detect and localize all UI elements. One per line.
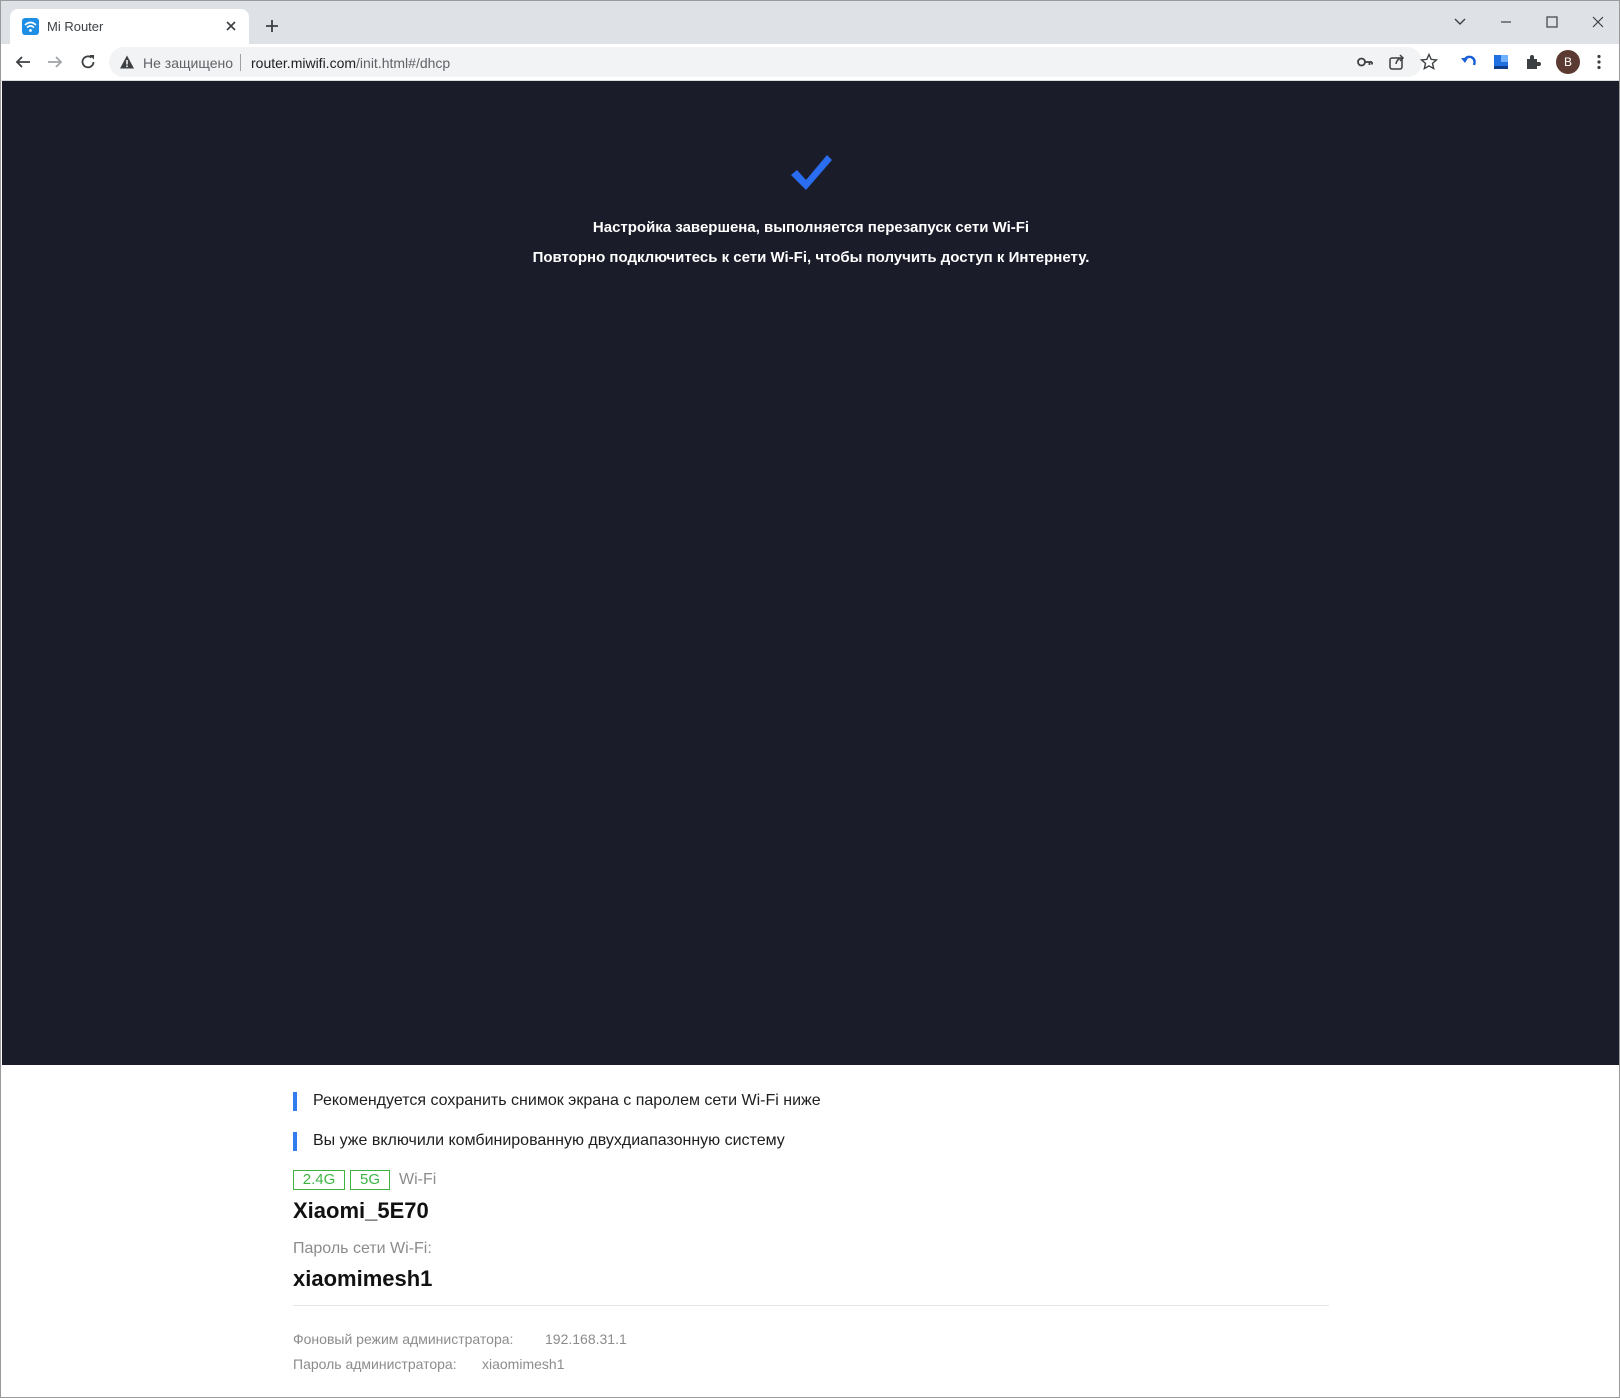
status-title: Настройка завершена, выполняется перезап… <box>592 219 1030 236</box>
bookmark-manager-extension-icon[interactable] <box>1489 50 1513 74</box>
checkmark-icon <box>789 153 833 198</box>
share-icon[interactable] <box>1388 53 1406 71</box>
url-path: /init.html#/dhcp <box>356 55 451 71</box>
wifi-password-value: xiaomimesh1 <box>293 1266 433 1291</box>
new-tab-plus-icon[interactable] <box>262 16 282 36</box>
wifi-password-label: Пароль сети Wi-Fi: <box>293 1240 432 1257</box>
status-subtitle: Повторно подключитесь к сети Wi-Fi, чтоб… <box>532 249 1090 266</box>
admin-password-value: xiaomimesh1 <box>482 1356 565 1372</box>
admin-password-label: Пароль администратора: <box>293 1356 457 1372</box>
browser-toolbar: Не защищено router.miwifi.com/init.html#… <box>1 44 1619 81</box>
omnibox-divider <box>240 54 241 71</box>
reload-icon[interactable] <box>76 50 100 74</box>
wifi-favicon-icon <box>22 18 39 35</box>
wifi-label: Wi-Fi <box>399 1171 437 1188</box>
tab-search-chevron-down-icon[interactable] <box>1445 7 1475 37</box>
section-divider <box>293 1305 1329 1306</box>
undo-extension-icon[interactable] <box>1457 50 1481 74</box>
bookmark-star-icon[interactable] <box>1419 52 1439 71</box>
dual-band-note: Вы уже включили комбинированную двухдиап… <box>293 1131 785 1151</box>
forward-arrow-icon[interactable] <box>43 50 67 74</box>
band-badge-5g: 5G <box>350 1170 390 1190</box>
tab-mi-router[interactable]: Mi Router <box>10 9 249 44</box>
maximize-icon[interactable] <box>1537 7 1567 37</box>
security-status-label[interactable]: Не защищено <box>143 55 233 71</box>
close-tab-icon[interactable] <box>222 17 240 35</box>
wifi-ssid: Xiaomi_5E70 <box>293 1198 429 1223</box>
band-badge-2g: 2.4G <box>293 1170 345 1190</box>
setup-complete-banner: Настройка завершена, выполняется перезап… <box>2 81 1619 1065</box>
url-host: router.miwifi.com <box>251 55 357 71</box>
screenshot-note: Рекомендуется сохранить снимок экрана с … <box>293 1091 821 1111</box>
address-bar[interactable]: Не защищено router.miwifi.com/init.html#… <box>109 47 1439 77</box>
extensions-puzzle-icon[interactable] <box>1521 50 1545 74</box>
kebab-menu-icon[interactable] <box>1587 50 1611 74</box>
back-arrow-icon[interactable] <box>11 50 35 74</box>
browser-window: Mi Router Не защищено router.miwifi.com/… <box>0 0 1620 1398</box>
admin-backend-value: 192.168.31.1 <box>545 1331 627 1347</box>
tab-title: Mi Router <box>47 19 104 34</box>
close-window-icon[interactable] <box>1583 7 1613 37</box>
tab-strip: Mi Router <box>1 1 1619 44</box>
warning-triangle-icon[interactable] <box>119 54 135 70</box>
minimize-icon[interactable] <box>1491 7 1521 37</box>
profile-avatar[interactable]: B <box>1556 50 1580 74</box>
url-text[interactable]: router.miwifi.com/init.html#/dhcp <box>251 55 450 71</box>
admin-backend-label: Фоновый режим администратора: <box>293 1331 514 1347</box>
key-icon[interactable] <box>1356 53 1374 71</box>
